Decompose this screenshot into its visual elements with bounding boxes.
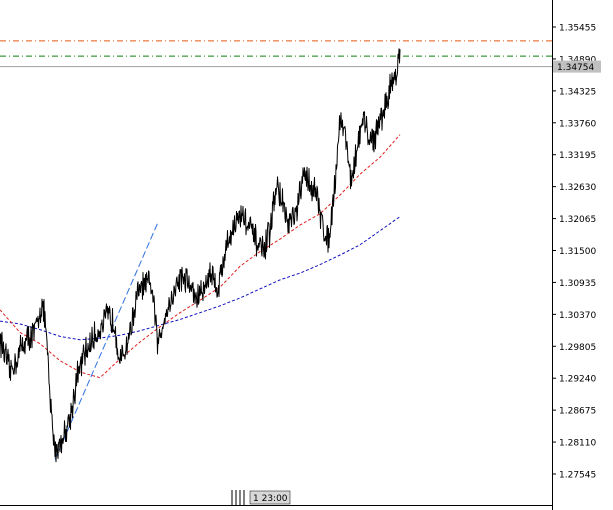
y-tick-label: 1.35455 — [559, 24, 596, 34]
y-tick-label: 1.33760 — [559, 119, 596, 129]
current-price-marker: 1.34754 — [553, 60, 601, 73]
y-tick-label: 1.27545 — [559, 471, 596, 481]
price-chart[interactable]: 1.354551.348901.343251.337601.331951.326… — [0, 0, 613, 510]
y-tick-label: 1.31500 — [559, 247, 596, 257]
y-tick-label: 1.30370 — [559, 311, 596, 321]
time-label: 1 23:00 — [253, 494, 288, 504]
y-tick-label: 1.32630 — [559, 183, 596, 193]
current-price-label: 1.34754 — [557, 63, 594, 73]
y-tick-label: 1.29240 — [559, 375, 596, 385]
plot-background[interactable] — [0, 0, 552, 505]
chart-window[interactable]: 1.35455 1.34890 1.34325 1.33760 1.33195 1.326… — [0, 0, 613, 510]
price-axis[interactable]: 1.354551.348901.343251.337601.331951.326… — [552, 24, 596, 481]
y-tick-label: 1.29805 — [559, 343, 596, 353]
y-tick-label: 1.34325 — [559, 87, 596, 97]
y-tick-label: 1.32065 — [559, 215, 596, 225]
y-tick-label: 1.33195 — [559, 151, 596, 161]
y-tick-label: 1.28110 — [559, 439, 596, 449]
y-tick-label: 1.30935 — [559, 279, 596, 289]
y-tick-label: 1.28675 — [559, 407, 596, 417]
